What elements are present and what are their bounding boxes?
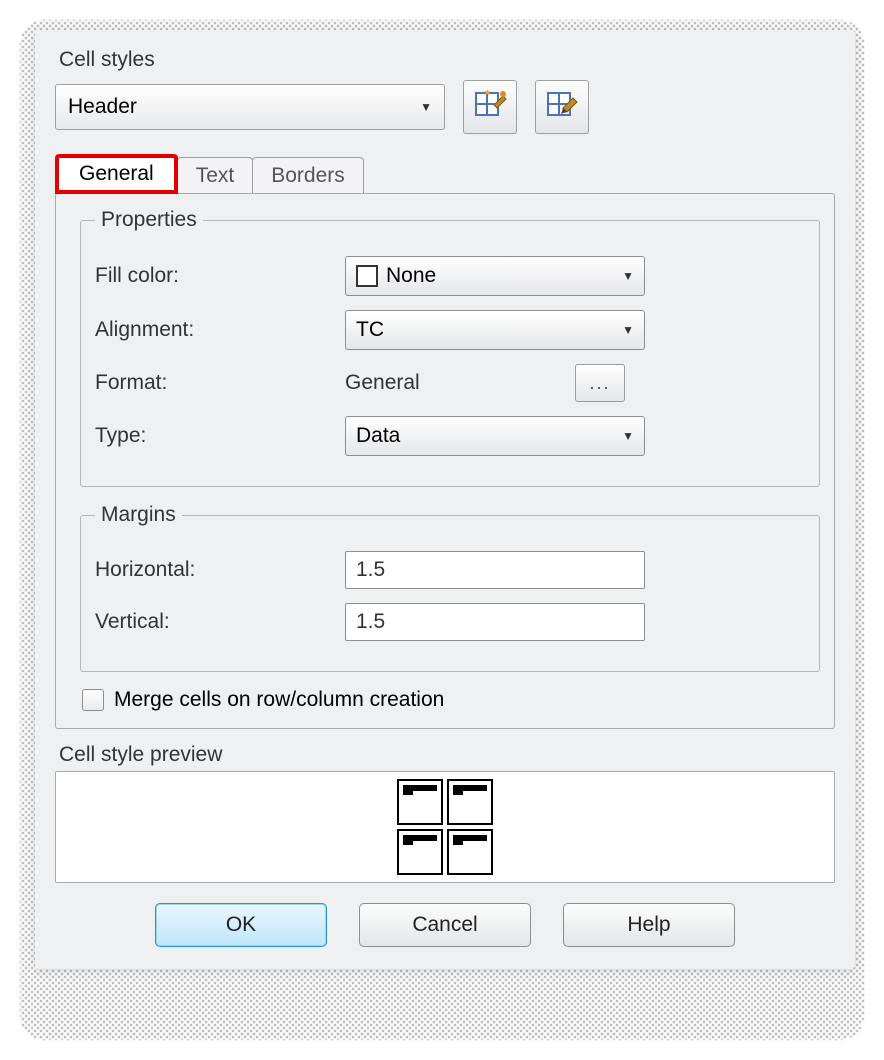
margins-group: Margins Horizontal: Vertical: xyxy=(80,503,820,672)
type-select[interactable]: Data ▼ xyxy=(345,416,645,456)
preview-cell xyxy=(397,779,443,825)
margin-vertical-input[interactable] xyxy=(345,603,645,641)
cancel-button[interactable]: Cancel xyxy=(359,903,531,947)
format-label: Format: xyxy=(95,371,345,395)
fill-color-select[interactable]: None ▼ xyxy=(345,256,645,296)
merge-cells-checkbox[interactable] xyxy=(82,689,104,711)
help-button[interactable]: Help xyxy=(563,903,735,947)
preview-cell xyxy=(397,829,443,875)
tab-borders[interactable]: Borders xyxy=(252,157,364,194)
fill-color-value: None xyxy=(386,264,436,288)
margins-legend: Margins xyxy=(95,503,182,527)
tab-panel-general: Properties Fill color: None ▼ Alignment:… xyxy=(55,193,835,729)
cell-style-preview xyxy=(55,771,835,883)
cell-styles-label: Cell styles xyxy=(59,48,835,72)
cell-style-select[interactable]: Header ▼ xyxy=(55,84,445,130)
properties-legend: Properties xyxy=(95,208,203,232)
preview-grid xyxy=(397,779,493,875)
tab-text[interactable]: Text xyxy=(177,157,254,194)
new-cell-style-icon xyxy=(473,90,507,124)
chevron-down-icon: ▼ xyxy=(622,323,634,337)
alignment-select[interactable]: TC ▼ xyxy=(345,310,645,350)
alignment-label: Alignment: xyxy=(95,318,345,342)
margin-horizontal-label: Horizontal: xyxy=(95,558,345,582)
margin-horizontal-input[interactable] xyxy=(345,551,645,589)
cell-style-dialog: Cell styles Header ▼ xyxy=(35,30,855,969)
chevron-down-icon: ▼ xyxy=(622,269,634,283)
none-swatch-icon xyxy=(356,265,378,287)
fill-color-label: Fill color: xyxy=(95,264,345,288)
chevron-down-icon: ▼ xyxy=(622,429,634,443)
edit-cell-style-icon xyxy=(545,90,579,124)
format-browse-button[interactable]: ... xyxy=(575,364,625,402)
preview-cell xyxy=(447,779,493,825)
alignment-value: TC xyxy=(356,318,384,342)
new-cell-style-button[interactable] xyxy=(463,80,517,134)
preview-label: Cell style preview xyxy=(59,743,835,767)
type-value: Data xyxy=(356,424,400,448)
type-label: Type: xyxy=(95,424,345,448)
tab-general[interactable]: General xyxy=(55,154,178,194)
margin-vertical-label: Vertical: xyxy=(95,610,345,634)
edit-cell-style-button[interactable] xyxy=(535,80,589,134)
cell-style-select-value: Header xyxy=(68,95,137,119)
preview-cell xyxy=(447,829,493,875)
properties-group: Properties Fill color: None ▼ Alignment:… xyxy=(80,208,820,487)
merge-cells-label: Merge cells on row/column creation xyxy=(114,688,444,712)
ok-button[interactable]: OK xyxy=(155,903,327,947)
format-value: General xyxy=(345,371,575,395)
chevron-down-icon: ▼ xyxy=(420,100,432,114)
